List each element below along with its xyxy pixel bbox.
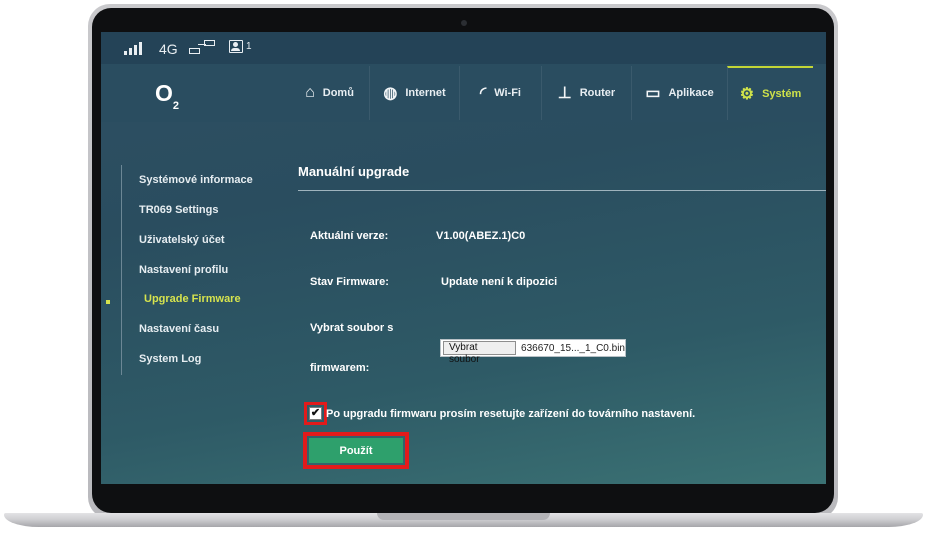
reset-checkbox-label: Po upgradu firmwaru prosím resetujte zař… [326, 408, 696, 420]
apply-button[interactable]: Použít [309, 438, 403, 463]
current-version-value: V1.00(ABEZ.1)C0 [436, 230, 526, 242]
sidebar-item-tr069[interactable]: TR069 Settings [139, 204, 218, 216]
nav-item-domu[interactable]: ⌂ Domů [290, 66, 369, 120]
title-divider [298, 190, 826, 191]
file-input[interactable]: Vybrat soubor 636670_15..._1_C0.bin [440, 339, 626, 365]
home-icon: ⌂ [305, 84, 315, 101]
wifi-icon: ◜ [480, 85, 487, 102]
logo-subscript: 2 [172, 99, 180, 112]
sidebar-item-time[interactable]: Nastavení času [139, 323, 219, 335]
nav-label: Wi-Fi [494, 87, 521, 99]
nav-label: Systém [762, 88, 802, 100]
sidebar-item-upgrade-firmware[interactable]: Upgrade Firmware [144, 293, 241, 305]
nav-label: Domů [322, 87, 354, 99]
nav-label: Router [579, 87, 616, 99]
choose-file-button[interactable]: Vybrat soubor [443, 341, 517, 365]
lan-icon [189, 40, 217, 56]
nav-item-aplikace[interactable]: ▭ Aplikace [631, 66, 727, 120]
nav-label: Internet [405, 87, 446, 99]
nav-label: Aplikace [668, 87, 714, 99]
firmware-state-value: Update není k dipozici [441, 276, 558, 288]
sidebar-item-system-log[interactable]: System Log [139, 353, 201, 365]
camera-icon [461, 20, 467, 26]
selected-file-name: 636670_15..._1_C0.bin [521, 342, 625, 354]
globe-icon: ◍ [383, 85, 398, 102]
current-version-label: Aktuální verze: [310, 230, 389, 242]
file-select-label-cont: firmwarem: [310, 362, 370, 374]
page-title: Manuální upgrade [298, 164, 410, 179]
reset-checkbox[interactable]: ✔ [309, 407, 322, 420]
router-icon: ⊥ [557, 85, 572, 102]
user-icon [229, 40, 243, 53]
network-type: 4G [159, 41, 178, 57]
gear-icon: ⚙ [739, 86, 755, 103]
router-admin-screen: 4G 1 O2 ⌂ Domů ◍ Internet ◜ Wi-Fi ⊥ Rout… [101, 32, 826, 484]
sidebar: Systémové informace TR069 Settings Uživa… [121, 165, 267, 375]
sidebar-item-user-account[interactable]: Uživatelský účet [139, 234, 225, 246]
o2-logo: O2 [155, 80, 180, 112]
user-count: 1 [246, 41, 252, 52]
nav-item-internet[interactable]: ◍ Internet [369, 66, 459, 120]
file-select-label: Vybrat soubor s [310, 322, 394, 334]
monitor-icon: ▭ [645, 85, 661, 102]
active-bullet-icon [106, 300, 110, 304]
nav-item-system[interactable]: ⚙ Systém [727, 66, 813, 120]
logo-letter: O [155, 80, 173, 106]
sidebar-item-profile[interactable]: Nastavení profilu [139, 264, 228, 276]
laptop-notch [377, 513, 550, 520]
status-bar: 4G 1 [101, 32, 826, 64]
signal-strength-icon [124, 41, 146, 55]
nav-item-wifi[interactable]: ◜ Wi-Fi [459, 66, 541, 120]
firmware-state-label: Stav Firmware: [310, 276, 389, 288]
nav-item-router[interactable]: ⊥ Router [541, 66, 631, 120]
sidebar-item-system-info[interactable]: Systémové informace [139, 174, 253, 186]
